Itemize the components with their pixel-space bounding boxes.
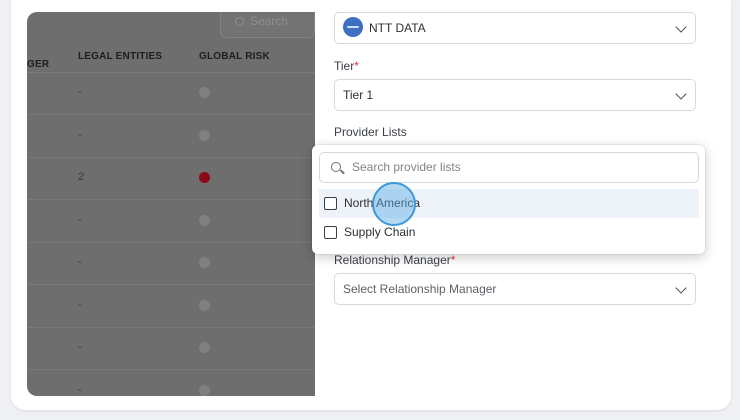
checkbox[interactable] [324,226,337,239]
legal-entities-cell: - [78,298,82,311]
search-icon [235,17,244,26]
click-indicator [372,182,416,226]
table-search-input[interactable]: Search [220,12,315,38]
table-row[interactable]: - [27,328,315,370]
global-risk-indicator [199,129,210,141]
table-header: GER ↑↓ LEGAL ENTITIES GLOBAL RISK [27,43,315,73]
legal-entities-cell: - [78,213,82,226]
ntt-data-logo [343,17,363,38]
provider-lists-label: Provider Lists [334,125,407,139]
legal-entities-cell: - [78,256,82,268]
provider-table-overlay: Search GER ↑↓ LEGAL ENTITIES GLOBAL RISK … [27,12,315,396]
provider-select[interactable]: NTT DATA [334,12,696,44]
sort-icon[interactable]: ↑↓ [30,59,39,69]
search-icon [331,162,341,172]
legal-entities-cell: - [78,383,82,396]
table-row[interactable]: - [27,286,315,328]
global-risk-indicator [199,172,210,183]
chevron-down-icon [675,282,687,294]
table-row[interactable]: - [27,371,315,397]
chevron-down-icon [675,21,687,33]
global-risk-indicator [199,257,210,268]
legal-entities-cell: 2 [78,171,85,183]
table-row[interactable]: - [27,243,315,285]
table-row[interactable]: 2 [27,158,315,200]
global-risk-indicator [199,342,210,353]
checkbox[interactable] [324,197,337,210]
panel-top [315,0,715,12]
tier-label: Tier* [334,59,359,73]
table-row[interactable]: - [27,116,315,158]
legal-entities-cell: - [78,86,82,98]
relationship-manager-select[interactable]: Select Relationship Manager [334,273,696,305]
global-risk-indicator [199,87,210,98]
option-supply-chain[interactable]: Supply Chain [319,218,699,247]
relationship-manager-label: Relationship Manager* [334,253,456,267]
table-row[interactable]: - [27,73,315,115]
legal-entities-cell: - [78,341,82,353]
global-risk-indicator [199,384,210,396]
provider-lists-search-input[interactable]: Search provider lists [319,152,699,183]
chevron-down-icon [675,88,687,100]
legal-entities-cell: - [78,128,82,141]
column-header-legal-entities[interactable]: LEGAL ENTITIES [78,51,162,62]
table-row[interactable]: - [27,201,315,243]
global-risk-indicator [199,299,210,311]
provider-lists-dropdown: Search provider lists North America Supp… [312,145,705,254]
column-header-global-risk[interactable]: GLOBAL RISK [199,51,270,62]
tier-select[interactable]: Tier 1 [334,79,696,111]
global-risk-indicator [199,214,210,226]
